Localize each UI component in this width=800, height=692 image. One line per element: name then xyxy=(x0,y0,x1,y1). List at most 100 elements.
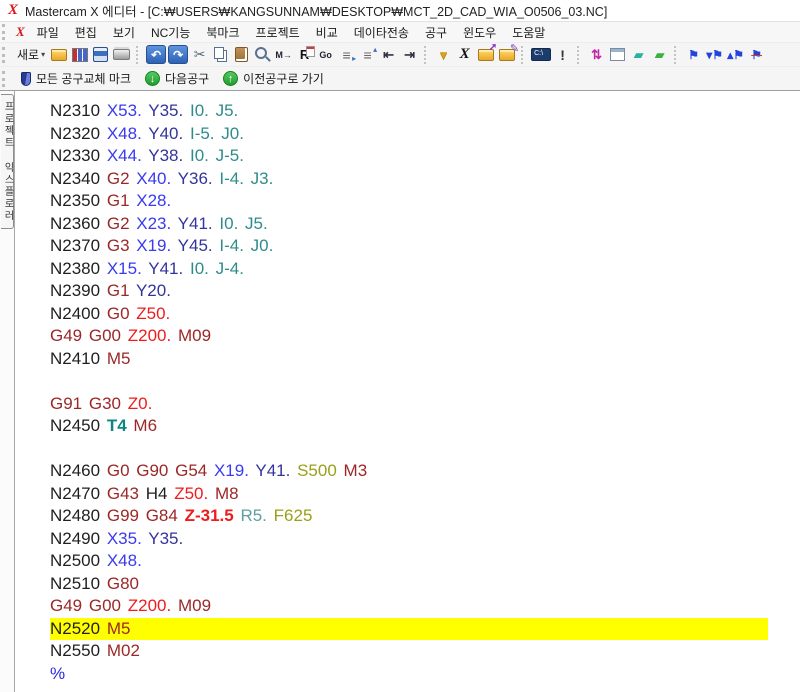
code-line[interactable]: N2550 M02 xyxy=(50,640,800,663)
mark-prev-icon[interactable]: ≡ xyxy=(358,45,378,64)
open-folder-icon[interactable] xyxy=(49,45,68,64)
code-line[interactable]: G49 G00 Z200. M09 xyxy=(50,595,800,618)
new-button[interactable]: 새로 ▾ xyxy=(14,44,48,65)
console-icon[interactable]: C:\ xyxy=(531,48,552,61)
bookmark-next-icon[interactable]: ▾⚑ xyxy=(705,45,724,64)
arrow-down-circle-icon: ↓ xyxy=(145,71,160,86)
document-icon[interactable]: X xyxy=(16,24,25,40)
code-token: I0. J5. xyxy=(189,101,239,120)
code-line[interactable]: G49 G00 Z200. M09 xyxy=(50,325,800,348)
code-token: G99 G84 xyxy=(106,506,178,525)
folder-edit-icon[interactable] xyxy=(497,42,519,64)
eraser-green-icon[interactable]: ▰ xyxy=(650,45,669,64)
code-line[interactable]: G91 G30 Z0. xyxy=(50,393,800,416)
prev-tool-button[interactable]: ↑ 이전공구로 가기 xyxy=(216,68,331,89)
code-token: N2370 xyxy=(50,236,101,255)
menu-item-북마크[interactable]: 북마크 xyxy=(198,22,247,43)
toolbar-grip[interactable] xyxy=(2,46,10,63)
mastercam-x-icon[interactable]: X xyxy=(455,45,474,64)
code-line[interactable]: N2470 G43 H4 Z50. M8 xyxy=(50,483,800,506)
syntax-check-icon[interactable]: ! xyxy=(553,45,572,64)
code-token: N2450 xyxy=(50,416,101,435)
copy-icon[interactable] xyxy=(211,45,230,64)
menu-item-보기[interactable]: 보기 xyxy=(105,22,143,43)
code-line[interactable]: N2480 G99 G84 Z-31.5 R5. F625 xyxy=(50,505,800,528)
code-line[interactable]: N2460 G0 G90 G54 X19. Y41. S500 M3 xyxy=(50,460,800,483)
tool-toolbar-buttons: 모든 공구교체 마크 ↓ 다음공구 ↑ 이전공구로 가기 xyxy=(14,68,331,89)
code-line[interactable]: N2320 X48. Y40. I-5. J0. xyxy=(50,123,800,146)
code-line[interactable]: N2330 X44. Y38. I0. J-5. xyxy=(50,145,800,168)
code-token: N2460 xyxy=(50,461,101,480)
code-line[interactable]: N2510 G80 xyxy=(50,573,800,596)
nc-code-editor[interactable]: N2310 X53. Y35. I0. J5. N2320 X48. Y40. I… xyxy=(16,91,800,692)
code-line[interactable] xyxy=(50,370,800,393)
cut-icon[interactable]: ✂ xyxy=(190,45,209,64)
code-line[interactable]: N2450 T4 M6 xyxy=(50,415,800,438)
code-token: I-4. J0. xyxy=(219,236,274,255)
code-token: X48. xyxy=(106,123,142,143)
menu-item-데이타전송[interactable]: 데이타전송 xyxy=(346,22,417,43)
title-bar: X Mastercam X 에디터 - [C:₩USERS₩KANGSUNNAM… xyxy=(0,0,800,22)
redo-icon[interactable]: ↷ xyxy=(168,45,189,64)
compare-icon[interactable]: ⇅ xyxy=(587,45,606,64)
undo-icon[interactable]: ↶ xyxy=(146,45,167,64)
code-line[interactable]: N2410 M5 xyxy=(50,348,800,371)
bookmark-toggle-icon[interactable]: ⚑ xyxy=(684,45,703,64)
code-token: G91 G30 xyxy=(50,393,121,413)
side-panel-strip: 프로젝트 익스플로러 xyxy=(0,91,15,692)
code-line[interactable]: N2500 X48. xyxy=(50,550,800,573)
replace-icon[interactable]: R xyxy=(295,45,316,64)
code-token: G49 G00 xyxy=(50,596,121,615)
goto-line-icon[interactable]: Go xyxy=(316,45,335,64)
code-line[interactable]: N2310 X53. Y35. I0. J5. xyxy=(50,100,800,123)
menubar-grip[interactable] xyxy=(2,24,10,40)
code-line[interactable]: % xyxy=(50,663,800,686)
send-window-icon[interactable] xyxy=(608,45,627,64)
code-line[interactable]: N2380 X15. Y41. I0. J-4. xyxy=(50,258,800,281)
menu-item-비교[interactable]: 비교 xyxy=(308,22,346,43)
outdent-icon[interactable]: ⇤ xyxy=(379,45,398,64)
code-line[interactable]: N2370 G3 X19. Y45. I-4. J0. xyxy=(50,235,800,258)
code-line[interactable]: N2390 G1 Y20. xyxy=(50,280,800,303)
code-token: H4 xyxy=(145,483,168,503)
toolbar2-grip[interactable] xyxy=(2,70,10,87)
code-line[interactable]: N2520 M5 xyxy=(50,617,768,640)
code-token: N2480 xyxy=(50,506,101,525)
arrow-up-circle-icon: ↑ xyxy=(223,71,239,86)
code-line[interactable]: N2350 G1 X28. xyxy=(50,190,800,213)
folder-export-icon[interactable] xyxy=(476,42,497,64)
bookmark-clear-icon[interactable]: ⚑ xyxy=(747,45,766,64)
code-token: Z200. xyxy=(127,596,172,615)
file-grid-icon[interactable] xyxy=(70,45,89,64)
menu-item-프로젝트[interactable]: 프로젝트 xyxy=(248,22,308,43)
indent-icon[interactable]: ⇥ xyxy=(400,45,419,64)
code-token: X23. xyxy=(136,213,172,233)
tool-toolbar: 모든 공구교체 마크 ↓ 다음공구 ↑ 이전공구로 가기 xyxy=(0,67,800,91)
project-explorer-tab[interactable]: 프로젝트 익스플로러 xyxy=(1,94,14,229)
code-line[interactable] xyxy=(50,438,800,461)
save-icon[interactable] xyxy=(91,45,110,64)
menu-item-윈도우[interactable]: 윈도우 xyxy=(455,22,504,43)
filter-icon[interactable]: ▼ xyxy=(434,45,453,64)
menu-item-NC기능[interactable]: NC기능 xyxy=(143,22,198,43)
toolbar-separator xyxy=(521,45,526,64)
code-line[interactable]: N2340 G2 X40. Y36. I-4. J3. xyxy=(50,168,800,191)
all-toolchange-marks-button[interactable]: 모든 공구교체 마크 xyxy=(14,68,138,89)
next-tool-button[interactable]: ↓ 다음공구 xyxy=(138,68,216,89)
bookmark-prev-icon[interactable]: ▴⚑ xyxy=(726,45,745,64)
menu-items: 파일 편집 보기 NC기능 북마크 프로젝트 비교 데이타전송 공구 윈도우 도움말 xyxy=(29,22,554,43)
menu-item-편집[interactable]: 편집 xyxy=(67,22,105,43)
code-token: Y41. xyxy=(177,213,213,233)
find-icon[interactable] xyxy=(253,45,272,64)
print-icon[interactable] xyxy=(112,45,131,64)
mark-next-icon[interactable]: ≡ xyxy=(337,45,357,64)
find-next-icon[interactable]: M→ xyxy=(274,45,293,64)
code-line[interactable]: N2490 X35. Y35. xyxy=(50,528,800,551)
menu-item-공구[interactable]: 공구 xyxy=(417,22,455,43)
menu-item-도움말[interactable]: 도움말 xyxy=(504,22,553,43)
paste-icon[interactable] xyxy=(232,45,251,64)
menu-item-파일[interactable]: 파일 xyxy=(29,22,67,43)
code-line[interactable]: N2360 G2 X23. Y41. I0. J5. xyxy=(50,213,800,236)
code-line[interactable]: N2400 G0 Z50. xyxy=(50,303,800,326)
eraser-teal-icon[interactable]: ▰ xyxy=(629,45,648,64)
